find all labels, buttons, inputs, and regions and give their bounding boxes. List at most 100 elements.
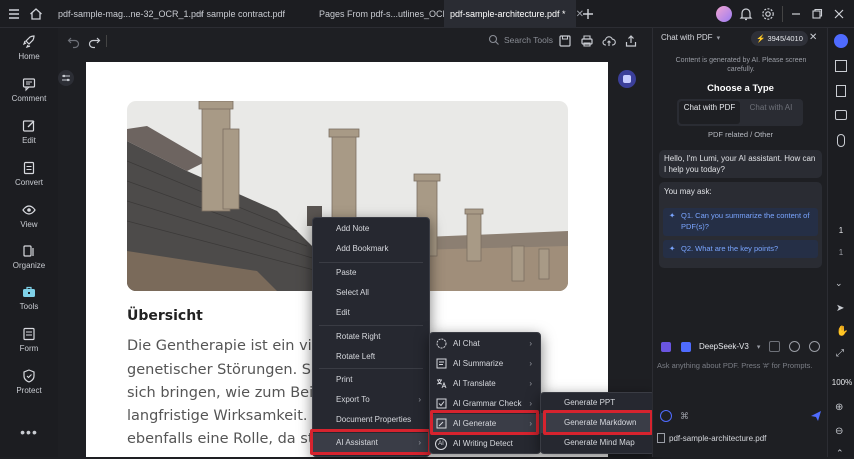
chevron-down-icon: ▾ bbox=[716, 34, 721, 42]
zoom-in-icon[interactable]: ⊕ bbox=[835, 402, 843, 413]
mode-dropdown[interactable]: Chat with PDF ▾ bbox=[661, 33, 720, 42]
restore-icon[interactable] bbox=[809, 6, 825, 22]
redo-icon[interactable] bbox=[86, 33, 102, 49]
tab-document-active[interactable]: pdf-sample-architecture.pdf * ✕ bbox=[444, 0, 584, 28]
menu-item-ai-writing-detect[interactable]: AI AI Writing Detect bbox=[430, 434, 540, 454]
file-icon: ▭ bbox=[194, 8, 203, 19]
nav-form[interactable]: Form bbox=[0, 326, 58, 366]
menu-item-rotate-right[interactable]: Rotate Right bbox=[313, 327, 429, 347]
chevron-right-icon: › bbox=[529, 379, 532, 388]
menu-item-add-bookmark[interactable]: Add Bookmark bbox=[313, 239, 429, 259]
chevron-down-icon[interactable]: ⌄ bbox=[835, 278, 843, 289]
fit-page-icon[interactable]: ⤢ bbox=[836, 348, 844, 359]
organize-icon bbox=[23, 245, 34, 257]
gear-icon[interactable] bbox=[760, 6, 776, 22]
zoom-out-icon[interactable]: ⊖ bbox=[835, 426, 843, 437]
highlight-generate-markdown bbox=[543, 410, 653, 435]
search-tools[interactable]: Search Tools bbox=[488, 34, 553, 46]
thumbnails-icon[interactable] bbox=[835, 60, 847, 72]
adjust-icon[interactable] bbox=[58, 70, 74, 86]
nav-home[interactable]: Home bbox=[0, 34, 58, 74]
home-icon[interactable] bbox=[28, 6, 44, 22]
right-sidebar: 1 1 ⌄ ➤ ✋ ⤢ 100% ⊕ ⊖ ⌃ bbox=[827, 28, 854, 459]
type-chat-with-pdf[interactable]: Chat with PDF bbox=[679, 101, 740, 124]
eye-icon bbox=[22, 205, 36, 215]
suggested-question-1[interactable]: ✦ Q1. Can you summarize the content of P… bbox=[663, 208, 818, 236]
save-icon[interactable] bbox=[558, 34, 572, 48]
more-icon[interactable]: ••• bbox=[0, 424, 58, 444]
menu-item-ai-summarize[interactable]: AI Summarize › bbox=[430, 354, 540, 374]
nav-comment[interactable]: Comment bbox=[0, 76, 58, 116]
choose-type-title: Choose a Type bbox=[707, 83, 774, 94]
suggested-question-2[interactable]: ✦ Q2. What are the key points? bbox=[663, 240, 818, 258]
attached-file[interactable]: pdf-sample-architecture.pdf bbox=[657, 433, 766, 443]
type-toggle: Chat with PDF Chat with AI bbox=[677, 99, 803, 126]
chevron-up-icon[interactable]: ⌃ bbox=[836, 448, 844, 459]
more-options-icon[interactable] bbox=[809, 341, 820, 352]
bell-icon[interactable] bbox=[738, 6, 754, 22]
chevron-right-icon: › bbox=[529, 359, 532, 368]
model-dropdown[interactable]: DeepSeek-V3 ▾ bbox=[699, 342, 760, 351]
lightning-icon: ⚡ bbox=[756, 34, 766, 43]
ai-float-icon[interactable] bbox=[618, 70, 636, 88]
zoom-level[interactable]: 100% bbox=[830, 378, 854, 387]
tab-document[interactable]: ▭ sample contract.pdf bbox=[190, 0, 308, 28]
cloud-upload-icon[interactable] bbox=[602, 34, 616, 48]
nav-protect[interactable]: Protect bbox=[0, 368, 58, 408]
menu-item-rotate-left[interactable]: Rotate Left bbox=[313, 347, 429, 367]
nav-convert[interactable]: Convert bbox=[0, 160, 58, 200]
nav-label: View bbox=[20, 220, 38, 229]
print-icon[interactable] bbox=[580, 34, 594, 48]
type-chat-with-ai[interactable]: Chat with AI bbox=[741, 101, 801, 124]
add-tab-icon[interactable] bbox=[580, 6, 596, 22]
send-icon[interactable] bbox=[810, 410, 822, 422]
nav-tools[interactable]: Tools bbox=[0, 284, 58, 324]
hand-icon[interactable]: ✋ bbox=[836, 326, 848, 337]
share-icon[interactable] bbox=[624, 34, 638, 48]
nav-edit[interactable]: Edit bbox=[0, 118, 58, 158]
attachment-icon[interactable] bbox=[837, 134, 845, 147]
menu-item-export-to[interactable]: Export To › bbox=[313, 390, 429, 410]
new-chat-icon[interactable] bbox=[769, 341, 780, 352]
pointer-icon[interactable]: ➤ bbox=[836, 303, 844, 314]
suggestions-card: You may ask: ✦ Q1. Can you summarize the… bbox=[659, 182, 822, 268]
nav-label: Form bbox=[19, 344, 39, 353]
chat-input[interactable]: Ask anything about PDF. Press '#' for Pr… bbox=[657, 361, 812, 370]
close-window-icon[interactable] bbox=[831, 6, 847, 22]
file-icon bbox=[657, 433, 665, 443]
credits-badge[interactable]: ⚡ 3945/4010 bbox=[751, 31, 808, 46]
page-number-total: 1 bbox=[838, 248, 844, 257]
grammar-icon bbox=[436, 398, 447, 409]
lightbulb-icon[interactable] bbox=[660, 410, 672, 422]
nav-label: Home bbox=[18, 52, 40, 61]
menu-item-ai-translate[interactable]: AI Translate › bbox=[430, 374, 540, 394]
tab-label: Pages From pdf-s...utlines_OCR.pdf bbox=[319, 9, 465, 19]
minimize-icon[interactable] bbox=[788, 6, 804, 22]
nav-organize[interactable]: Organize bbox=[0, 243, 58, 283]
menu-item-print[interactable]: Print bbox=[313, 370, 429, 390]
undo-icon[interactable] bbox=[66, 33, 82, 49]
comment-icon bbox=[22, 78, 36, 92]
comments-icon[interactable] bbox=[835, 110, 847, 120]
tab-bar: pdf-sample-mag...ne-32_OCR_1.pdf ▭ sampl… bbox=[0, 0, 854, 28]
ai-assistant-icon[interactable] bbox=[834, 34, 848, 48]
menu-item-edit[interactable]: Edit bbox=[313, 303, 429, 323]
menu-item-paste[interactable]: Paste bbox=[313, 263, 429, 283]
avatar[interactable] bbox=[716, 6, 732, 22]
tab-document[interactable]: Pages From pdf-s...utlines_OCR.pdf bbox=[316, 0, 464, 28]
history-icon[interactable] bbox=[789, 341, 800, 352]
menu-item-document-properties[interactable]: Document Properties bbox=[313, 410, 429, 430]
menu-icon[interactable] bbox=[6, 6, 22, 22]
close-panel-icon[interactable]: ✕ bbox=[809, 32, 817, 43]
search-tools-label: Search Tools bbox=[504, 35, 553, 45]
tab-document[interactable]: pdf-sample-mag...ne-32_OCR_1.pdf bbox=[52, 0, 204, 28]
bookmark-icon[interactable] bbox=[836, 85, 846, 97]
menu-item-generate-mind-map[interactable]: Generate Mind Map bbox=[541, 433, 654, 453]
menu-item-select-all[interactable]: Select All bbox=[313, 283, 429, 303]
menu-item-add-note[interactable]: Add Note bbox=[313, 219, 429, 239]
menu-item-ai-chat[interactable]: AI Chat › bbox=[430, 334, 540, 354]
attach-icon[interactable]: ⌘ bbox=[680, 411, 689, 422]
nav-label: Organize bbox=[12, 261, 46, 270]
page-number-current[interactable]: 1 bbox=[835, 226, 847, 235]
nav-view[interactable]: View bbox=[0, 202, 58, 242]
